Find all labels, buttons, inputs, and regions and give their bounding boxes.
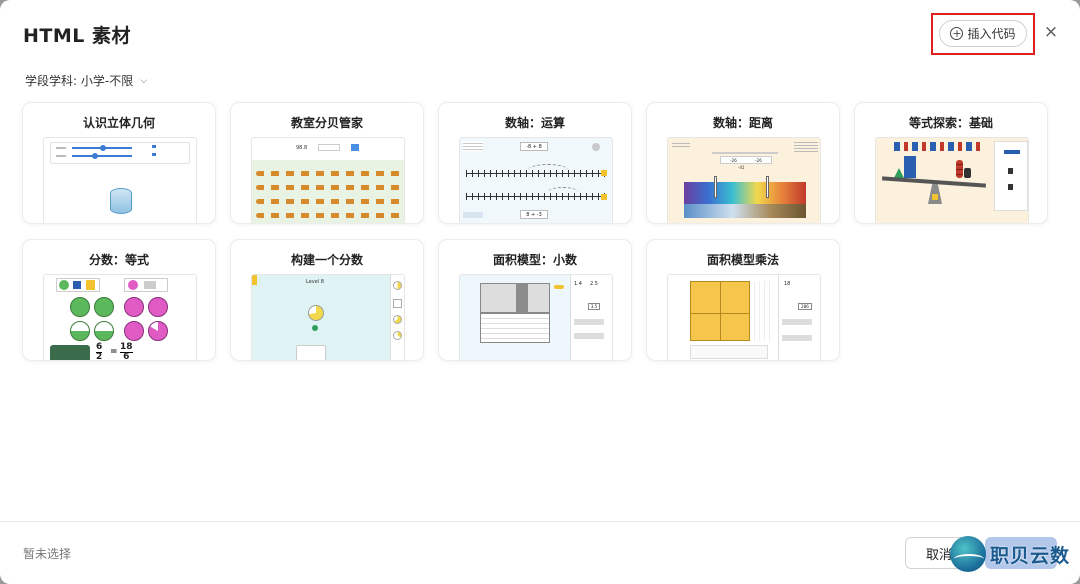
card-title: 教室分贝管家 [290,116,363,130]
close-icon[interactable]: × [1043,24,1059,41]
material-card[interactable]: 等式探索：基础 [855,103,1047,223]
card-title: 等式探索：基础 [908,116,993,130]
material-card[interactable]: 分数：等式 6 2 = 18 6 [23,240,215,360]
watermark-text: 职贝云数 [990,544,1071,567]
html-material-dialog: HTML 素材 + 插入代码 × 学段学科: 小学-不限 ⌵ 认识立体几何 教室… [0,0,1080,584]
card-title: 构建一个分数 [290,253,363,267]
insert-code-label: 插入代码 [967,27,1016,41]
material-card[interactable]: 面积模型：小数 1.4 2.5 3.5 [439,240,631,360]
filter-label: 学段学科: 小学-不限 [25,74,134,88]
card-thumbnail: 18 286 [667,274,821,360]
watermark: 职贝云数 [950,536,1070,572]
card-thumbnail: 98.8 [251,137,405,223]
dialog-title: HTML 素材 [23,25,131,47]
card-title: 面积模型乘法 [706,253,779,267]
insert-code-button[interactable]: + 插入代码 [939,20,1027,47]
level-label: Level 8 [306,279,324,285]
card-thumbnail [875,137,1029,223]
card-title: 数轴：运算 [504,116,565,130]
card-thumbnail: 6 2 = 18 6 [43,274,197,360]
card-title: 分数：等式 [88,253,149,267]
card-thumbnail: -26 -26 -41 [667,137,821,223]
cylinder-icon [110,188,132,214]
cancel-label: 取消 [926,547,953,563]
card-title: 面积模型：小数 [492,253,577,267]
plus-circle-icon: + [950,27,964,40]
material-card[interactable]: 数轴：距离 -26 -26 -41 [647,103,839,223]
grade-subject-filter[interactable]: 学段学科: 小学-不限 ⌵ [25,72,147,89]
card-thumbnail: Level 8 [251,274,405,360]
material-card[interactable]: 面积模型乘法 18 286 [647,240,839,360]
material-card[interactable]: 教室分贝管家 98.8 [231,103,423,223]
card-title: 数轴：距离 [712,116,773,130]
globe-logo-icon [950,536,986,572]
card-thumbnail: 1.4 2.5 3.5 [459,274,613,360]
card-thumbnail: -8 + 8 8 + -3 [459,137,613,223]
material-card[interactable]: 认识立体几何 [23,103,215,223]
material-card[interactable]: 构建一个分数 Level 8 [231,240,423,360]
chevron-down-icon: ⌵ [140,75,148,86]
card-thumbnail [43,137,197,223]
material-card[interactable]: 数轴：运算 -8 + 8 8 + -3 [439,103,631,223]
decibel-value: 98.8 [296,145,308,151]
card-title: 认识立体几何 [82,116,155,130]
selection-status: 暂未选择 [23,547,72,561]
